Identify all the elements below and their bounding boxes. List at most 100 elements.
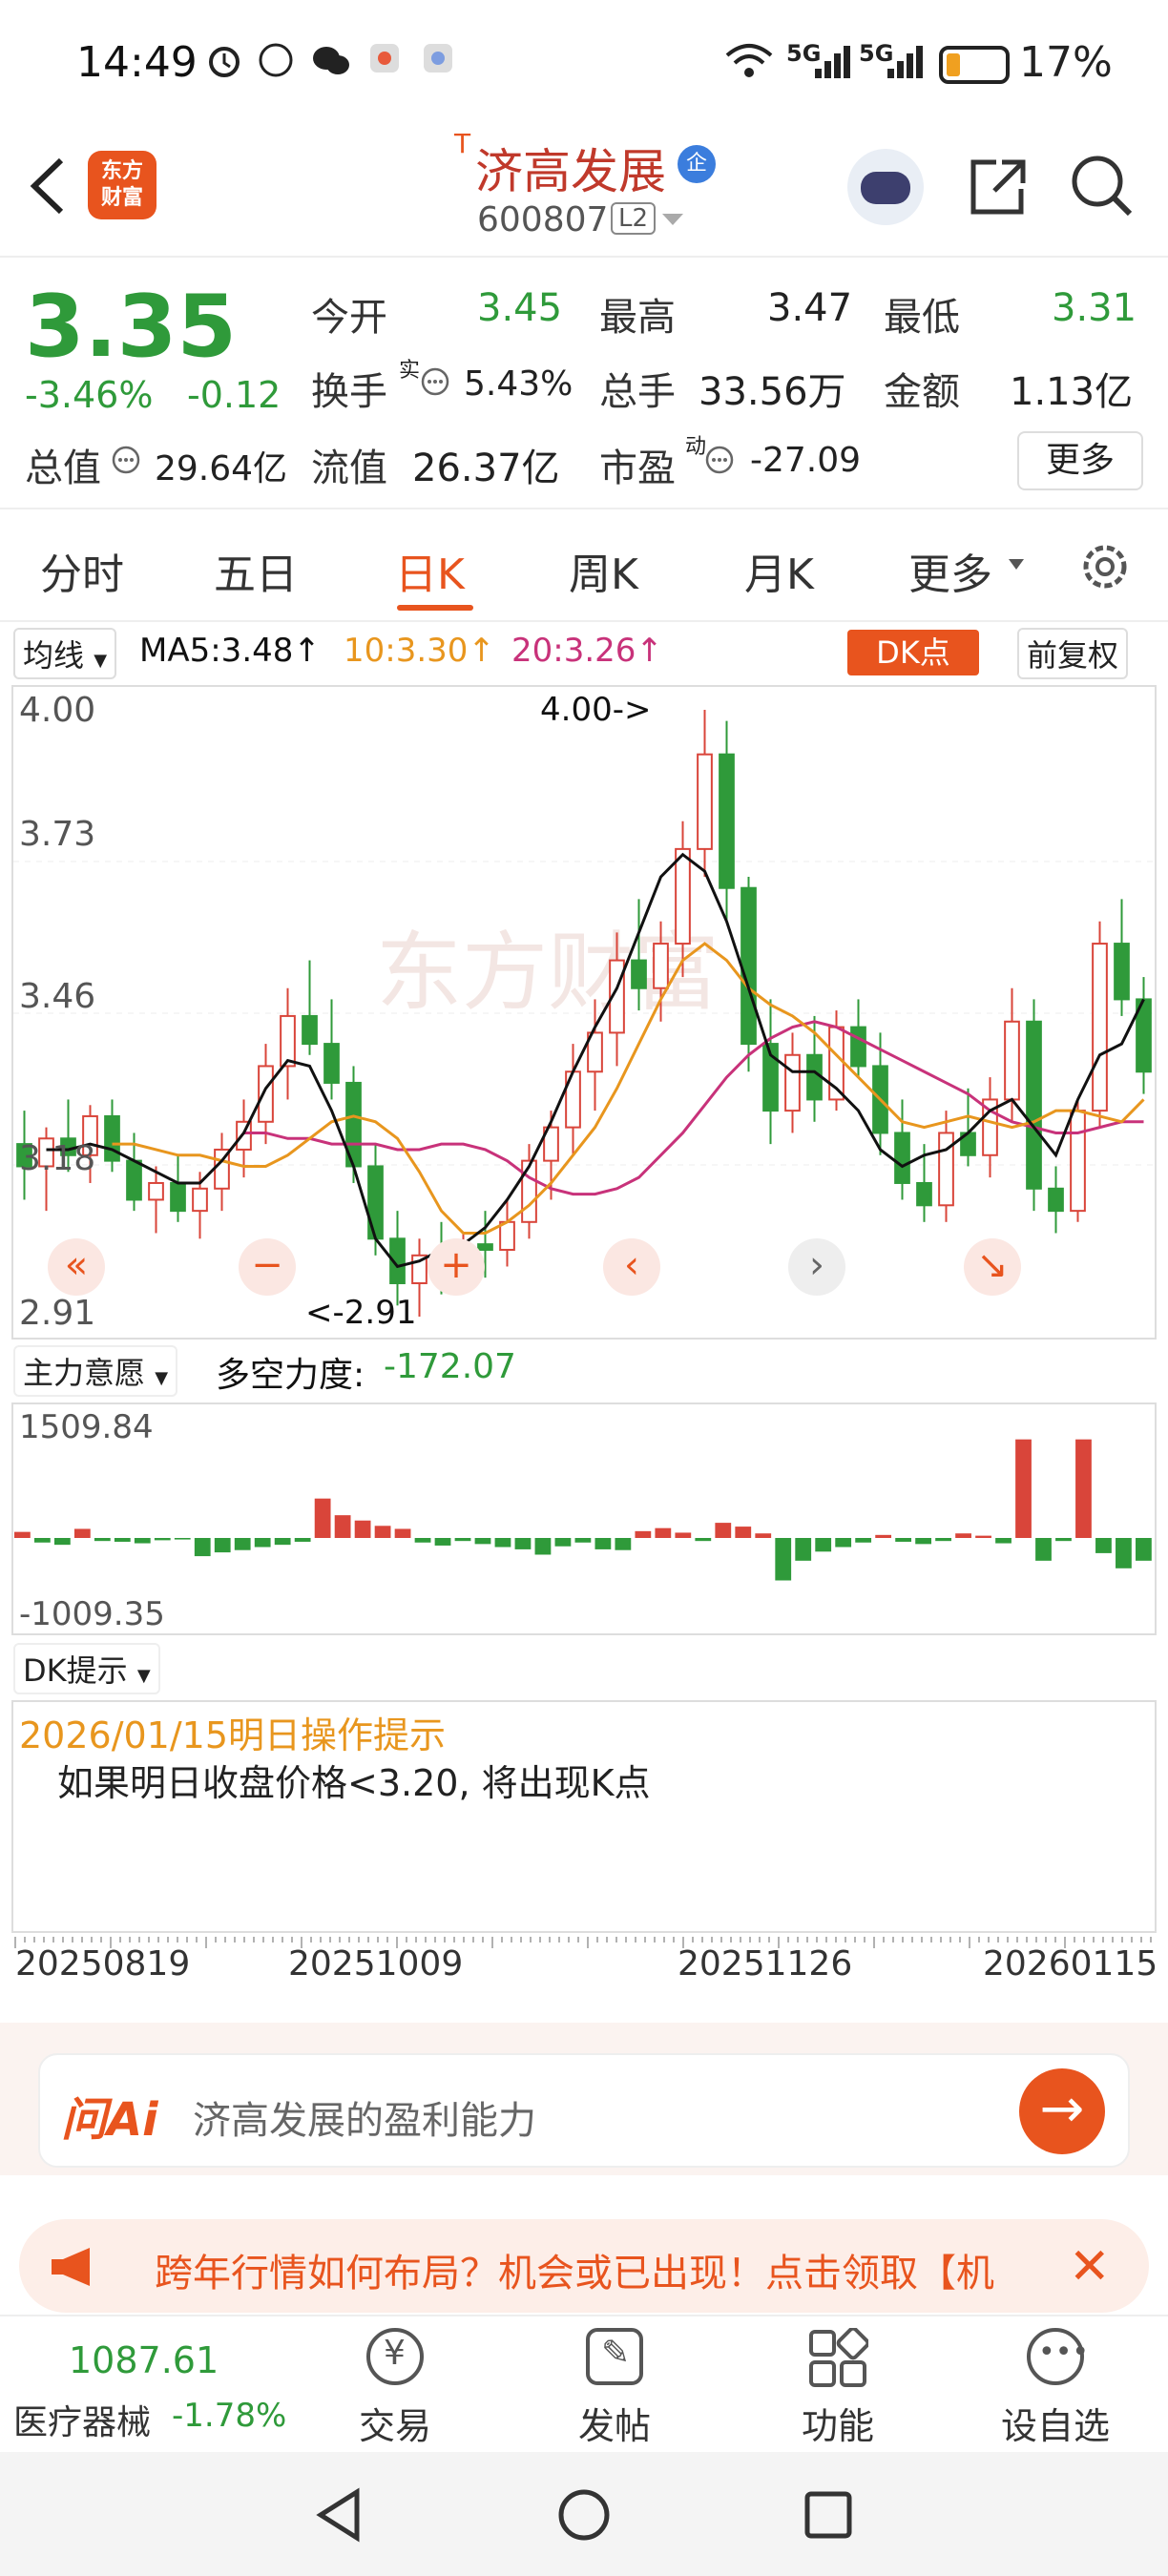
share-icon[interactable] bbox=[964, 153, 1031, 223]
flow-bar bbox=[594, 1538, 612, 1549]
indicator-selector[interactable]: 主力意愿 ▼ bbox=[13, 1345, 178, 1397]
flow-bar bbox=[434, 1538, 451, 1546]
tab-intraday[interactable]: 分时 bbox=[40, 540, 124, 601]
index-change: -1.78% bbox=[172, 2397, 287, 2435]
nav-trade[interactable]: 交易 bbox=[338, 2397, 452, 2449]
kline-chart[interactable]: 东方财富 4.00 3.73 3.46 3.18 2.91 4.00-> <-2… bbox=[11, 685, 1157, 1340]
flow-bar bbox=[875, 1534, 892, 1538]
flow-bar bbox=[334, 1515, 351, 1538]
nav-watchlist[interactable]: 设自选 bbox=[998, 2397, 1113, 2449]
back-nav-icon[interactable] bbox=[311, 2486, 368, 2547]
candle-body bbox=[806, 1053, 823, 1101]
y-tick-4: 3.18 bbox=[19, 1139, 96, 1178]
indicator-label: 多空力度: bbox=[216, 1356, 365, 1395]
alarm-icon bbox=[206, 42, 242, 78]
ma20-value: 20:3.26↑ bbox=[511, 632, 663, 670]
tab-weekly-k[interactable]: 周K bbox=[569, 540, 638, 601]
candle-body bbox=[170, 1181, 186, 1213]
nav-post[interactable]: 发帖 bbox=[557, 2397, 672, 2449]
turnover-value: 5.43% bbox=[464, 364, 574, 404]
back-icon[interactable] bbox=[23, 153, 71, 223]
flow-bar bbox=[695, 1538, 712, 1542]
candle-body bbox=[894, 1132, 910, 1184]
system-nav-bar bbox=[0, 2452, 1168, 2576]
info-icon[interactable] bbox=[420, 366, 450, 401]
candle-body bbox=[631, 959, 647, 989]
flow-bar bbox=[655, 1527, 672, 1538]
amount-value: 1.13亿 bbox=[1010, 370, 1134, 414]
scroll-left-icon[interactable]: ‹ bbox=[603, 1238, 660, 1296]
search-icon[interactable] bbox=[1069, 153, 1136, 223]
ai-search-input[interactable]: 问Ai 济高发展的盈利能力 bbox=[38, 2053, 1130, 2168]
stock-name: T 济高发展 bbox=[454, 128, 666, 202]
more-button[interactable]: 更多 bbox=[1017, 431, 1143, 490]
scroll-left-fast-icon[interactable]: « bbox=[48, 1238, 105, 1296]
date-label-2: 20251009 bbox=[288, 1944, 464, 1984]
flow-bar bbox=[855, 1538, 872, 1543]
low-value: 3.31 bbox=[1052, 286, 1137, 330]
flow-bar bbox=[274, 1538, 291, 1546]
open-value: 3.45 bbox=[477, 286, 563, 330]
status-bar: 14:49 5G 5G 17% bbox=[0, 0, 1168, 124]
flow-bar bbox=[1015, 1439, 1032, 1538]
tab-daily-k[interactable]: 日K bbox=[395, 540, 465, 601]
recents-nav-icon[interactable] bbox=[800, 2486, 857, 2547]
flow-bar bbox=[154, 1538, 171, 1541]
nav-function[interactable]: 功能 bbox=[781, 2397, 895, 2449]
zoom-out-icon[interactable]: − bbox=[239, 1238, 296, 1296]
scroll-right-icon[interactable]: › bbox=[788, 1238, 845, 1296]
flow-bar bbox=[73, 1528, 91, 1538]
ma-selector-label: 均线 bbox=[23, 637, 85, 674]
flow-bar bbox=[935, 1538, 951, 1542]
ai-submit-icon[interactable]: → bbox=[1019, 2068, 1105, 2154]
dk-hint-selector[interactable]: DK提示 ▼ bbox=[13, 1643, 160, 1694]
candle-body bbox=[784, 1053, 801, 1112]
ma-selector[interactable]: 均线 ▼ bbox=[13, 628, 117, 679]
promo-banner[interactable]: 跨年行情如何布局？机会或已出现！点击领取【机 ✕ bbox=[19, 2219, 1149, 2313]
yen-glyph: ¥ bbox=[384, 2334, 406, 2373]
flow-bar bbox=[394, 1528, 411, 1538]
index-value[interactable]: 1087.61 bbox=[69, 2339, 219, 2381]
stock-name-text: 济高发展 bbox=[475, 144, 666, 199]
ma10-value: 10:3.30↑ bbox=[344, 632, 495, 670]
more-dots-icon[interactable]: ••• bbox=[1027, 2328, 1089, 2385]
adjust-button[interactable]: 前复权 bbox=[1017, 628, 1129, 679]
current-price: 3.35 bbox=[25, 277, 238, 377]
tab-more[interactable]: 更多 bbox=[908, 540, 992, 601]
gear-icon[interactable] bbox=[1076, 538, 1134, 599]
index-name[interactable]: 医疗器械 bbox=[13, 2395, 151, 2444]
flow-bar bbox=[474, 1538, 491, 1545]
flow-bar bbox=[635, 1530, 652, 1538]
candle-body bbox=[1048, 1187, 1064, 1213]
dk-point-button[interactable]: DK点 bbox=[847, 630, 979, 675]
float-value: 26.37亿 bbox=[412, 447, 560, 490]
level-badge[interactable]: L2 bbox=[611, 202, 657, 235]
browser-icon bbox=[422, 42, 458, 78]
volume-value: 33.56万 bbox=[699, 370, 846, 414]
info-icon[interactable] bbox=[704, 445, 735, 479]
close-icon[interactable]: ✕ bbox=[1069, 2238, 1111, 2296]
date-label-3: 20251126 bbox=[678, 1944, 853, 1984]
candle-body bbox=[280, 1014, 296, 1068]
y-tick-top: 4.00 bbox=[19, 691, 96, 730]
reset-view-icon[interactable]: ↘ bbox=[964, 1238, 1021, 1296]
candle-body bbox=[521, 1159, 537, 1223]
flow-top-label: 1509.84 bbox=[19, 1408, 154, 1446]
post-icon[interactable]: ✎ bbox=[586, 2328, 643, 2385]
tab-monthly-k[interactable]: 月K bbox=[744, 540, 814, 601]
ai-assistant-icon[interactable] bbox=[847, 149, 924, 225]
info-icon[interactable] bbox=[111, 445, 141, 479]
flow-indicator-chart[interactable]: 1509.84 -1009.35 bbox=[11, 1402, 1157, 1635]
tab-five-day[interactable]: 五日 bbox=[214, 540, 298, 601]
flow-bar bbox=[995, 1538, 1012, 1544]
flow-bar bbox=[615, 1538, 632, 1550]
flow-svg bbox=[14, 1439, 1152, 1581]
home-nav-icon[interactable] bbox=[555, 2486, 613, 2547]
amount-label: 金额 bbox=[884, 370, 960, 414]
zoom-in-icon[interactable]: + bbox=[428, 1238, 485, 1296]
trade-icon[interactable]: ¥ bbox=[366, 2328, 424, 2385]
flow-bar bbox=[33, 1538, 51, 1543]
chevron-down-icon[interactable] bbox=[660, 212, 685, 233]
candle-body bbox=[938, 1132, 954, 1207]
function-icon[interactable] bbox=[807, 2326, 870, 2393]
